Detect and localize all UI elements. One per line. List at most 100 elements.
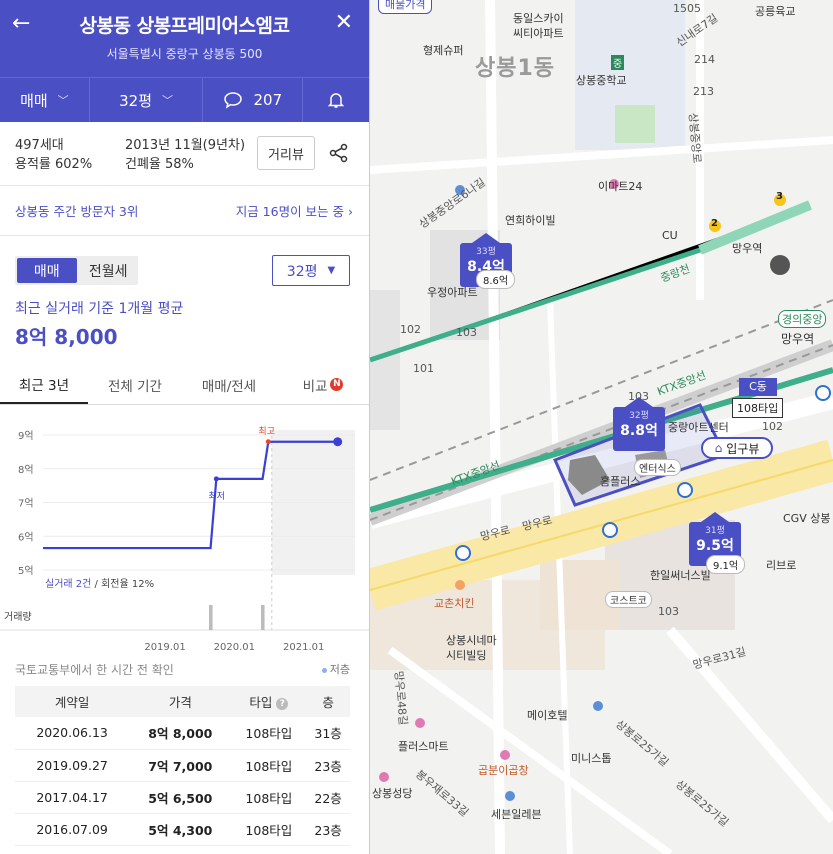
bubble-size: 32평 (629, 411, 649, 421)
chevron-down-icon: ﹀ (57, 94, 69, 107)
alert-button[interactable] (303, 78, 369, 122)
map-label: 시티빌딩 (446, 649, 487, 662)
tab-sale-jeonse[interactable]: 매매/전세 (182, 365, 276, 404)
deal-price: 7억 7,000 (129, 749, 232, 782)
map-price-toggle[interactable]: 매물가격 (378, 0, 433, 14)
road-view-button[interactable]: 거리뷰 (257, 136, 315, 170)
entrance-view-button[interactable]: ⌂ 입구뷰 (701, 437, 773, 459)
map-label: 한일써너스빌 (650, 569, 711, 582)
map-view[interactable]: 매물가격 상봉1동 33평 8.4억 8.6억 32평 8.8억 31평 9.5… (370, 0, 833, 854)
map-label: 동일스카이 (513, 12, 564, 25)
visitor-rank: 상봉동 주간 방문자 3위 (15, 204, 139, 219)
col-type: 타입 ? (231, 686, 307, 717)
map-label: 망우역 (732, 242, 763, 255)
chevron-down-icon: ﹀ (162, 94, 174, 107)
building-number: 103 (658, 605, 679, 618)
deal-date: 2019.09.27 (15, 749, 130, 782)
map-label: 우정아파트 (427, 286, 478, 299)
floor-area-ratio: 용적률 602% (15, 157, 93, 172)
size-select[interactable]: 32평 ▼ (272, 255, 350, 286)
col-floor: 층 (306, 686, 350, 717)
detail-panel: ← 상봉동 상봉프레미어스엠코 서울특별시 중랑구 상봉동 500 ✕ 매매 ﹀… (0, 0, 370, 854)
map-label: 코스트코 (605, 591, 652, 608)
turnover-rate: / 회전율 12% (91, 578, 154, 590)
table-row: 2019.09.27 7억 7,000 108타입 23층 (15, 749, 350, 782)
deal-price: 5억 4,300 (129, 813, 232, 846)
y-tick-label: 6억 (18, 531, 34, 543)
map-label: CGV 상봉 (783, 512, 831, 525)
map-label: 상봉성당 (372, 787, 413, 800)
built-date: 2013년 11월(9년차) (125, 138, 246, 153)
current-viewers-link[interactable]: 지금 16명이 보는 중 › (236, 201, 353, 220)
tab-sale[interactable]: 매매 (17, 258, 77, 283)
info-col-2: 2013년 11월(9년차) 건폐율 58% (125, 136, 245, 174)
map-label: 형제슈퍼 (423, 44, 464, 57)
help-icon[interactable]: ? (276, 697, 289, 710)
type-badge: 108타입 (732, 398, 784, 418)
map-label: 상봉중학교 (576, 74, 627, 87)
map-label: 미니스톱 (571, 752, 612, 765)
y-tick-label: 8억 (18, 464, 34, 476)
comments-button[interactable]: 207 (203, 78, 304, 122)
school-marker: 중 (611, 55, 625, 70)
building-number: 213 (693, 85, 714, 98)
tab-all-period[interactable]: 전체 기간 (88, 365, 182, 404)
bubble-subprice: 8.6억 (476, 270, 516, 289)
table-row: 2017.04.17 5억 6,500 108타입 22층 (15, 781, 350, 814)
share-icon[interactable] (328, 142, 350, 164)
map-label: CU (662, 229, 678, 242)
map-label: 중랑아트센터 (668, 421, 729, 434)
col-price: 가격 (129, 686, 232, 717)
volume-label: 거래량 (4, 611, 32, 623)
line-number: 2 (711, 218, 718, 229)
tab-rent[interactable]: 전월세 (79, 256, 139, 285)
building-number: 1505 (673, 2, 701, 15)
map-label: 경의중앙 (778, 310, 827, 328)
bubble-price: 8.8억 (620, 423, 658, 439)
map-label: 망우역 (781, 332, 815, 346)
building-c-badge[interactable]: C동 (739, 378, 777, 396)
price-bubble-32[interactable]: 32평 8.8억 (613, 397, 665, 451)
map-label: 교촌치킨 (434, 597, 475, 610)
deal-table: 계약일 가격 타입 ? 층 2020.06.13 8억 8,000 108타입 … (15, 686, 350, 846)
tab-compare[interactable]: 비교 N (276, 365, 369, 404)
size-dropdown[interactable]: 32평 ﹀ (90, 78, 204, 122)
complex-address: 서울특별시 중랑구 상봉동 500 (106, 47, 263, 61)
complex-title: 상봉동 상봉프레미어스엠코 (79, 15, 290, 37)
comment-count: 207 (253, 91, 283, 109)
map-label: 플러스마트 (398, 740, 449, 753)
tab-recent-3y[interactable]: 최근 3년 (0, 365, 88, 404)
deal-floor: 31층 (306, 717, 350, 750)
coverage-ratio: 건폐율 58% (125, 157, 194, 172)
deal-date: 2017.04.17 (15, 781, 130, 814)
bubble-size: 33평 (476, 247, 496, 257)
map-label: 씨티아파트 (513, 27, 564, 40)
table-header-row: 계약일 가격 타입 ? 층 (15, 686, 350, 717)
deal-type: 108타입 (231, 717, 307, 750)
col-date: 계약일 (15, 686, 130, 717)
map-label: 상봉시네마 (446, 634, 497, 647)
volume-bar (261, 605, 265, 630)
speech-bubble-icon (224, 92, 243, 109)
building-number: 214 (694, 53, 715, 66)
table-row: 2020.06.13 8억 8,000 108타입 31층 (15, 717, 350, 750)
low-label: 최저 (208, 491, 225, 502)
close-icon[interactable]: ✕ (335, 10, 353, 35)
filter-tabs: 매매 ﹀ 32평 ﹀ 207 (0, 77, 369, 122)
trade-count: 실거래 2건 / 회전율 12% (45, 578, 154, 590)
deal-price: 8억 8,000 (129, 717, 232, 750)
price-chart[interactable]: 9억 8억 7억 6억 5억 최고최저실거래 2건 / 회전율 12% 거래량 2019.01… (0, 405, 370, 655)
high-point (265, 439, 271, 445)
map-label: 리브로 (766, 559, 797, 572)
y-tick-label: 5억 (18, 565, 34, 577)
trade-type-dropdown[interactable]: 매매 ﹀ (0, 78, 90, 122)
map-label: 공릉육교 (755, 5, 796, 18)
table-row: 2016.07.09 5억 4,300 108타입 23층 (15, 813, 350, 846)
building-number: 102 (400, 323, 421, 336)
building-number: 103 (456, 326, 477, 339)
map-label: 세븐일레븐 (491, 808, 542, 821)
current-point[interactable] (333, 437, 343, 447)
deal-floor: 23층 (306, 749, 350, 782)
x-tick-label: 2020.01 (214, 642, 255, 653)
households: 497세대 (15, 138, 64, 153)
